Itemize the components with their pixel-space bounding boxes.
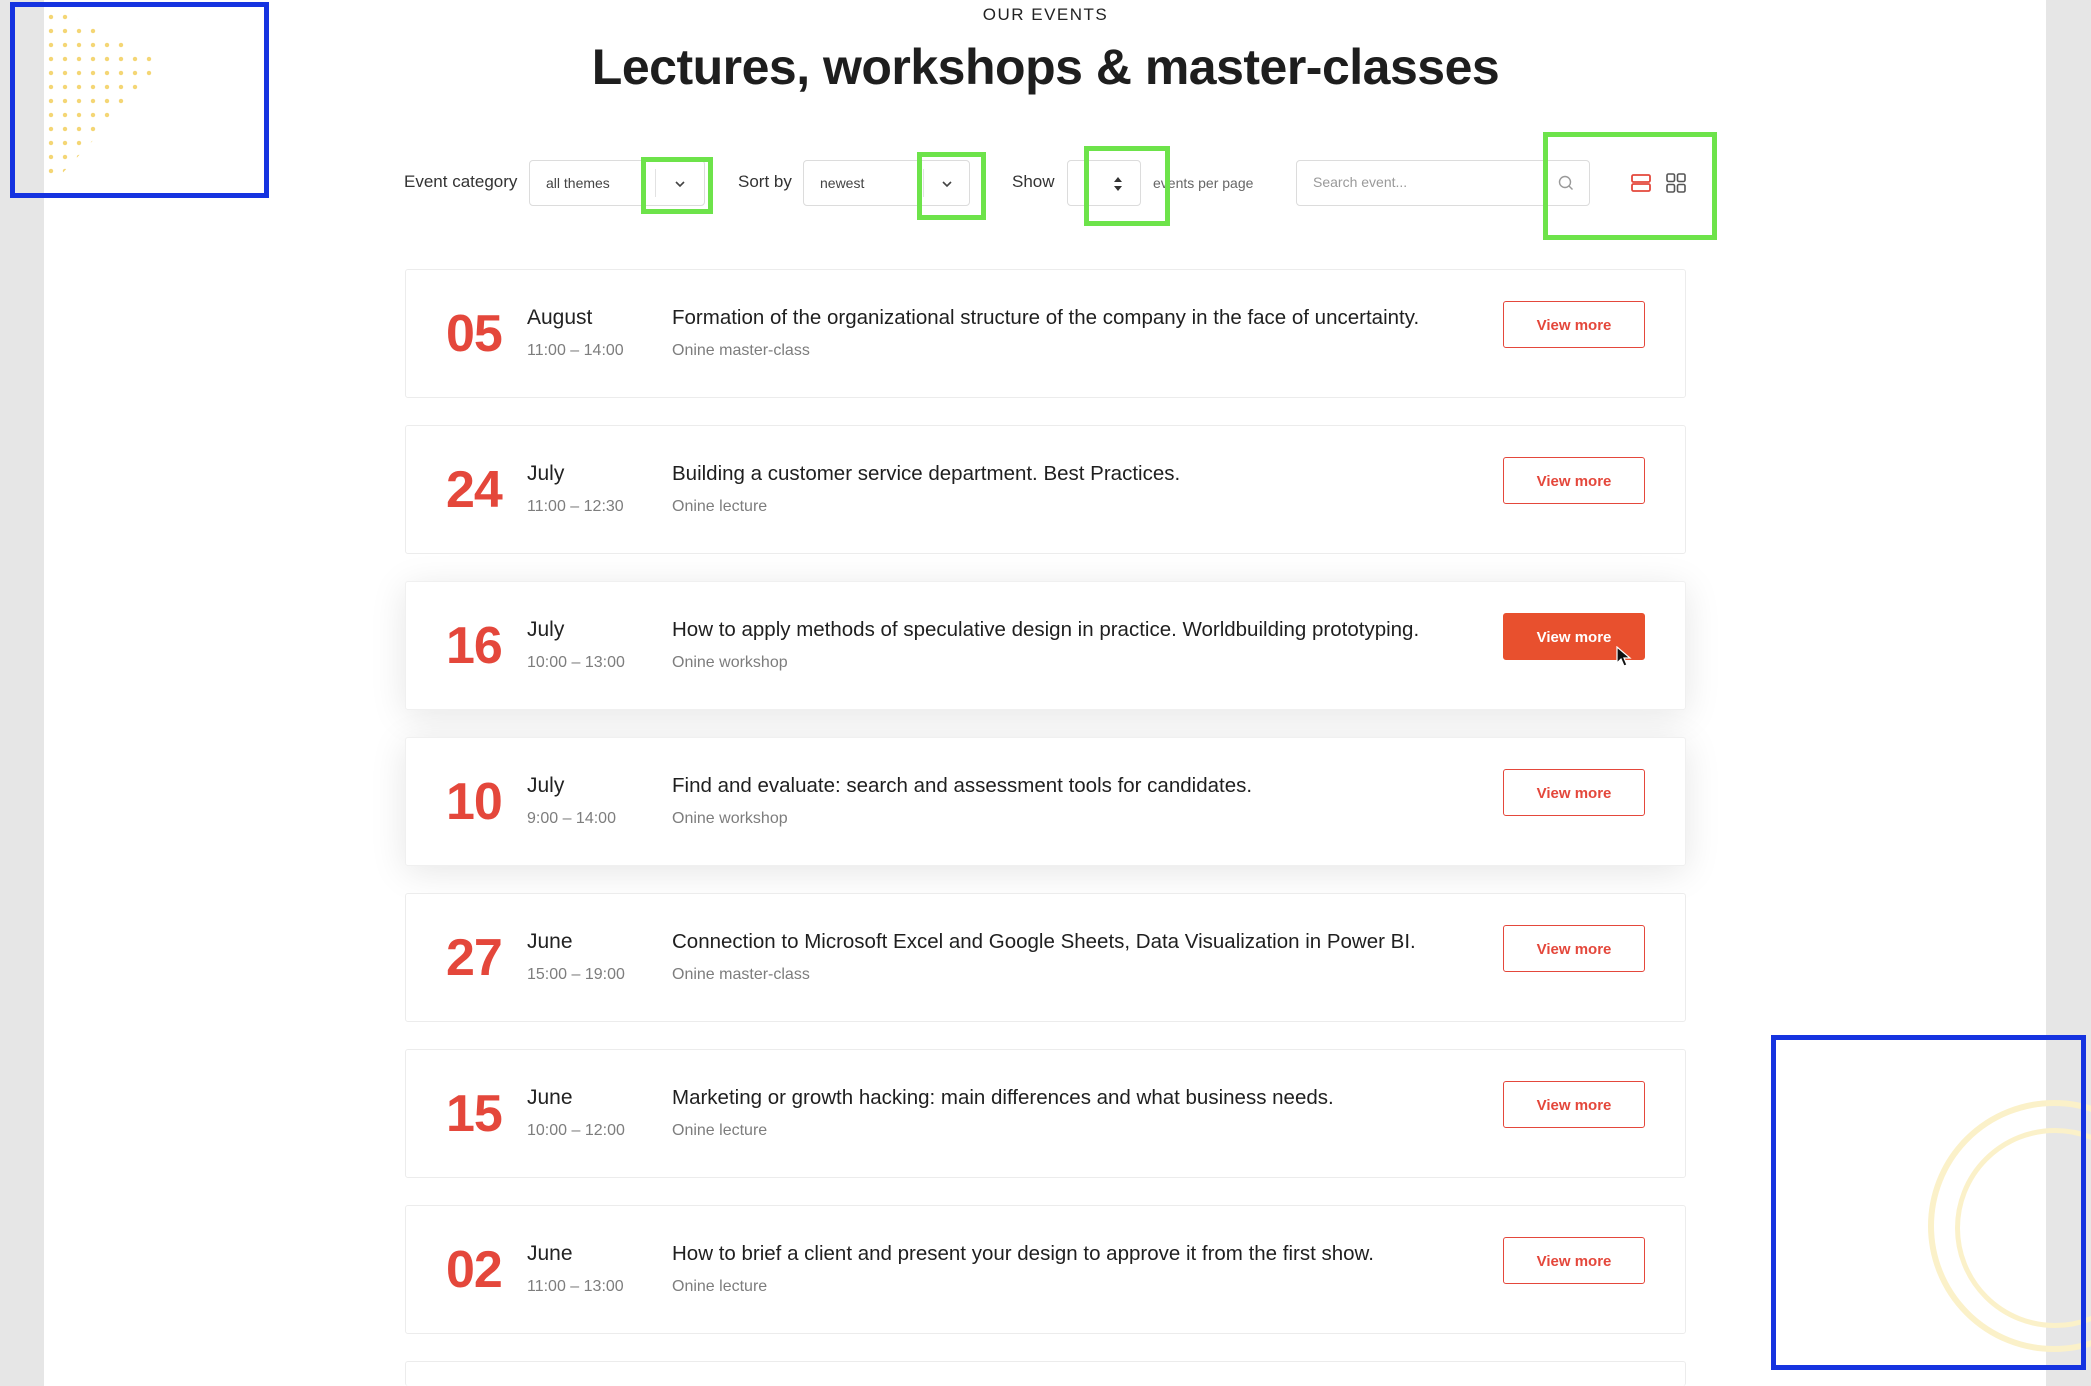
event-month: June bbox=[527, 1242, 573, 1265]
event-type: Onine lecture bbox=[672, 1122, 768, 1139]
event-card-partial bbox=[405, 1361, 1686, 1386]
event-type: Onine lecture bbox=[672, 1278, 768, 1295]
event-day: 05 bbox=[446, 305, 503, 363]
event-type: Onine workshop bbox=[672, 654, 788, 671]
event-day: 24 bbox=[446, 461, 503, 519]
section-eyebrow: OUR EVENTS bbox=[982, 5, 1109, 24]
page-title: Lectures, workshops & master-classes bbox=[591, 39, 1500, 95]
sort-by-value: newest bbox=[820, 175, 865, 191]
event-time: 10:00 – 12:00 bbox=[527, 1122, 625, 1139]
annotation-box-green bbox=[1543, 132, 1717, 240]
view-more-button[interactable]: View more bbox=[1503, 457, 1645, 504]
event-month: July bbox=[527, 618, 565, 641]
event-category-value: all themes bbox=[546, 175, 610, 191]
event-title: How to brief a client and present your d… bbox=[672, 1242, 1374, 1265]
search-input[interactable] bbox=[1311, 173, 1545, 191]
event-day: 15 bbox=[446, 1085, 503, 1143]
sort-by-label: Sort by bbox=[738, 172, 792, 191]
event-card: 05 August 11:00 – 14:00 Formation of the… bbox=[405, 269, 1686, 398]
view-more-button[interactable]: View more bbox=[1503, 925, 1645, 972]
event-title: Marketing or growth hacking: main differ… bbox=[672, 1086, 1334, 1109]
event-title: How to apply methods of speculative desi… bbox=[672, 618, 1420, 641]
event-month: July bbox=[527, 774, 565, 797]
view-more-button[interactable]: View more bbox=[1503, 1237, 1645, 1284]
event-card: 10 July 9:00 – 14:00 Find and evaluate: … bbox=[405, 737, 1686, 866]
event-card: 02 June 11:00 – 13:00 How to brief a cli… bbox=[405, 1205, 1686, 1334]
event-month: June bbox=[527, 930, 573, 953]
event-title: Find and evaluate: search and assessment… bbox=[672, 774, 1253, 797]
event-day: 10 bbox=[446, 773, 503, 831]
cursor-icon bbox=[1616, 646, 1632, 667]
event-type: Onine master-class bbox=[672, 966, 810, 983]
annotation-box-green bbox=[641, 157, 713, 214]
event-card: 15 June 10:00 – 12:00 Marketing or growt… bbox=[405, 1049, 1686, 1178]
event-time: 11:00 – 14:00 bbox=[527, 342, 624, 359]
event-type: Onine lecture bbox=[672, 498, 768, 515]
view-more-button[interactable]: View more bbox=[1503, 301, 1645, 348]
event-time: 10:00 – 13:00 bbox=[527, 654, 625, 671]
event-month: August bbox=[527, 306, 593, 329]
event-month: July bbox=[527, 462, 565, 485]
event-title: Building a customer service department. … bbox=[672, 462, 1181, 485]
annotation-box-green bbox=[1084, 146, 1170, 226]
view-more-button[interactable]: View more bbox=[1503, 1081, 1645, 1128]
event-card: 16 July 10:00 – 13:00 How to apply metho… bbox=[405, 581, 1686, 710]
event-title: Connection to Microsoft Excel and Google… bbox=[672, 930, 1416, 953]
event-day: 16 bbox=[446, 617, 503, 675]
event-type: Onine workshop bbox=[672, 810, 788, 827]
view-more-button[interactable]: View more bbox=[1503, 769, 1645, 816]
event-time: 11:00 – 12:30 bbox=[527, 498, 624, 515]
event-title: Formation of the organizational structur… bbox=[672, 306, 1420, 329]
show-label: Show bbox=[1012, 172, 1055, 191]
event-time: 11:00 – 13:00 bbox=[527, 1278, 624, 1295]
event-card: 24 July 11:00 – 12:30 Building a custome… bbox=[405, 425, 1686, 554]
annotation-box-green bbox=[917, 152, 986, 220]
event-day: 27 bbox=[446, 929, 503, 987]
event-type: Onine master-class bbox=[672, 342, 810, 359]
event-time: 15:00 – 19:00 bbox=[527, 966, 625, 983]
annotation-box-blue bbox=[1771, 1035, 2086, 1370]
annotation-box-blue bbox=[10, 2, 269, 198]
event-time: 9:00 – 14:00 bbox=[527, 810, 616, 827]
left-page-margin bbox=[0, 0, 44, 1386]
event-category-label: Event category bbox=[404, 172, 518, 191]
event-month: June bbox=[527, 1086, 573, 1109]
event-card: 27 June 15:00 – 19:00 Connection to Micr… bbox=[405, 893, 1686, 1022]
event-day: 02 bbox=[446, 1241, 503, 1299]
